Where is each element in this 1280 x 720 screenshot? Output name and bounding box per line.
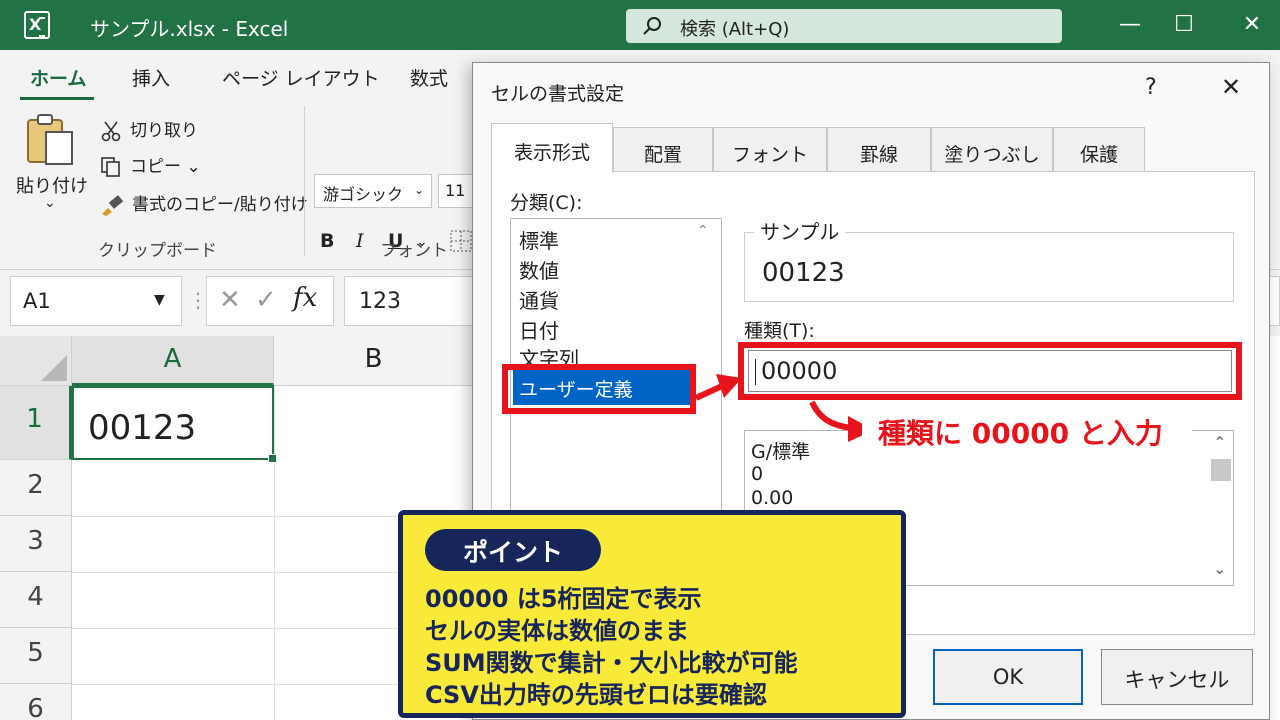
category-item-date[interactable]: 日付 — [519, 315, 559, 344]
copy-icon — [101, 157, 120, 177]
tab-page-layout[interactable]: ページ レイアウト — [222, 64, 380, 91]
gridline — [274, 386, 275, 720]
annotation-highlight-type-input — [738, 342, 1242, 400]
annotation-highlight-category — [502, 364, 696, 414]
cancel-button[interactable]: キャンセル — [1101, 649, 1253, 705]
formula-buttons: ✕ ✓ fx — [206, 276, 334, 326]
maximize-button[interactable]: ☐ — [1164, 8, 1204, 42]
format-painter-button[interactable]: 書式のコピー/貼り付け — [100, 190, 308, 216]
paste-icon[interactable] — [26, 112, 74, 166]
formula-bar-resize-handle[interactable]: ⋮ — [188, 288, 208, 312]
paste-dropdown-icon[interactable]: ⌄ — [44, 195, 56, 211]
italic-button[interactable]: I — [356, 230, 364, 252]
dialog-close-button[interactable]: ✕ — [1221, 73, 1241, 101]
type-list-item[interactable]: 0.00 — [751, 487, 793, 509]
category-item-currency[interactable]: 通貨 — [519, 285, 559, 314]
help-button[interactable]: ? — [1145, 75, 1157, 100]
insert-function-button[interactable]: fx — [293, 283, 317, 313]
scroll-up-icon[interactable]: ⌃ — [1213, 433, 1226, 452]
search-icon — [643, 17, 661, 35]
tab-home[interactable]: ホーム — [30, 64, 86, 91]
type-label: 種類(T): — [744, 320, 815, 342]
point-line: SUM関数で集計・大小比較が可能 — [425, 649, 798, 677]
chevron-down-icon[interactable]: ⌄ — [414, 183, 424, 197]
scroll-up-icon[interactable]: ⌃ — [697, 223, 709, 239]
annotation-callout: 種類に 00000 と入力 — [862, 410, 1192, 452]
sample-label: サンプル — [754, 216, 846, 245]
borders-icon[interactable] — [450, 230, 472, 252]
tab-insert[interactable]: 挿入 — [132, 64, 170, 91]
title-bar: X サンプル.xlsx - Excel 検索 (Alt+Q) — ☐ ✕ — [0, 0, 1280, 50]
close-window-button[interactable]: ✕ — [1232, 8, 1272, 42]
row-header-3[interactable]: 3 — [0, 516, 72, 572]
dialog-title: セルの書式設定 — [491, 83, 625, 105]
category-item-general[interactable]: 標準 — [519, 225, 559, 254]
search-box[interactable]: 検索 (Alt+Q) — [626, 9, 1062, 43]
tab-alignment[interactable]: 配置 — [613, 127, 713, 173]
search-placeholder: 検索 (Alt+Q) — [680, 19, 790, 40]
row-header-2[interactable]: 2 — [0, 460, 72, 516]
select-all-button[interactable] — [0, 336, 72, 386]
bold-button[interactable]: B — [320, 230, 334, 252]
scroll-down-icon[interactable]: ⌄ — [1213, 559, 1226, 578]
excel-app-icon: X — [24, 11, 50, 39]
tab-border[interactable]: 罫線 — [827, 127, 931, 173]
type-list-item[interactable]: G/標準 — [751, 437, 810, 464]
sample-value: 00123 — [762, 258, 845, 288]
ribbon-separator — [304, 106, 305, 256]
cell-a1[interactable]: 00123 — [72, 386, 274, 460]
category-item-number[interactable]: 数値 — [519, 255, 559, 284]
column-header-a[interactable]: A — [72, 336, 274, 386]
scrollbar-thumb[interactable] — [1211, 459, 1231, 481]
minimize-button[interactable]: — — [1110, 8, 1150, 42]
font-group-label: フォント — [380, 241, 448, 261]
column-header-b[interactable]: B — [274, 336, 474, 386]
point-line: セルの実体は数値のまま — [425, 617, 689, 645]
point-line: 00000 は5桁固定で表示 — [425, 585, 702, 613]
cut-button[interactable]: 切り取り — [100, 116, 198, 142]
scissors-icon — [101, 121, 121, 142]
type-list-scrollbar[interactable]: ⌃ ⌄ — [1209, 433, 1231, 583]
fill-handle[interactable] — [268, 454, 277, 463]
tab-number-format[interactable]: 表示形式 — [491, 123, 613, 173]
copy-button[interactable]: コピー ⌄ — [100, 152, 201, 178]
enter-check-icon[interactable]: ✓ — [255, 285, 277, 315]
category-label: 分類(C): — [510, 192, 583, 214]
row-header-5[interactable]: 5 — [0, 628, 72, 684]
window-title: サンプル.xlsx - Excel — [90, 17, 289, 41]
ok-button[interactable]: OK — [933, 649, 1083, 705]
select-all-triangle-icon — [41, 355, 67, 381]
type-list-item[interactable]: 0 — [751, 463, 763, 485]
tab-font[interactable]: フォント — [713, 127, 827, 173]
point-callout-box: ポイント 00000 は5桁固定で表示 セルの実体は数値のまま SUM関数で集計… — [398, 510, 906, 718]
point-line: CSV出力時の先頭ゼロは要確認 — [425, 681, 767, 709]
clipboard-group-label: クリップボード — [98, 241, 217, 261]
row-header-4[interactable]: 4 — [0, 572, 72, 628]
row-header-1[interactable]: 1 — [0, 386, 72, 460]
point-badge: ポイント — [425, 529, 601, 571]
tab-formulas[interactable]: 数式 — [410, 64, 448, 91]
row-header-6[interactable]: 6 — [0, 684, 72, 720]
active-tab-indicator — [20, 97, 94, 100]
tab-fill[interactable]: 塗りつぶし — [931, 127, 1053, 173]
cancel-entry-icon[interactable]: ✕ — [219, 285, 241, 315]
name-box-dropdown-icon[interactable]: ▼ — [154, 292, 165, 308]
paintbrush-icon — [102, 195, 124, 216]
tab-protection[interactable]: 保護 — [1053, 127, 1145, 173]
